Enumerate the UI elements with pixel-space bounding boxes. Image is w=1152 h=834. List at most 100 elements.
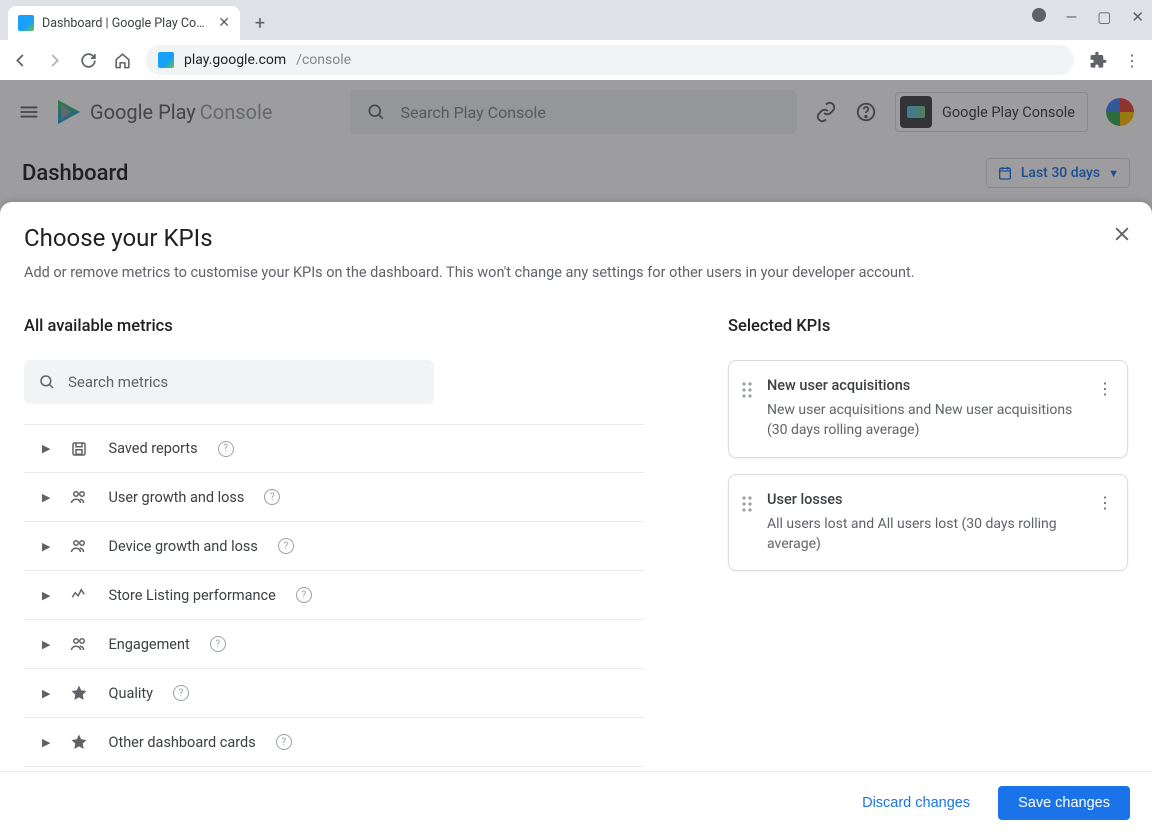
kpi-modal: Choose your KPIs Add or remove metrics t… xyxy=(0,202,1152,834)
metric-category-row[interactable]: ▶ Other dashboard cards? xyxy=(24,718,644,767)
browser-tab-strip: Dashboard | Google Play Console ✕ + — ▢ … xyxy=(0,0,1152,40)
kpi-title: New user acquisitions xyxy=(767,377,1083,394)
info-icon[interactable]: ? xyxy=(173,685,189,701)
date-range-picker[interactable]: Last 30 days ▼ xyxy=(986,158,1130,188)
modal-close-button[interactable] xyxy=(1112,224,1132,244)
expand-icon: ▶ xyxy=(42,589,50,602)
kpi-menu-icon[interactable]: ⋮ xyxy=(1097,491,1113,555)
info-icon[interactable]: ? xyxy=(210,636,226,652)
expand-icon: ▶ xyxy=(42,442,50,455)
help-icon[interactable] xyxy=(855,101,877,123)
available-metrics-heading: All available metrics xyxy=(24,317,688,336)
url-bar[interactable]: play.google.com/console xyxy=(146,45,1074,75)
brand-text-2: Console xyxy=(200,100,273,124)
app-background-dimmed: Google Play Console Search Play Console … xyxy=(0,80,1152,216)
metric-icon xyxy=(68,684,90,702)
home-button[interactable] xyxy=(112,50,132,70)
modal-title: Choose your KPIs xyxy=(24,224,1128,252)
tab-close-icon[interactable]: ✕ xyxy=(218,15,230,31)
drag-handle-icon[interactable] xyxy=(741,377,753,441)
info-icon[interactable]: ? xyxy=(264,489,280,505)
info-icon[interactable]: ? xyxy=(278,538,294,554)
minimize-icon[interactable]: — xyxy=(1066,8,1078,26)
brand-text-1: Google Play xyxy=(90,100,196,124)
metric-category-row[interactable]: ▶Device growth and loss? xyxy=(24,522,644,571)
expand-icon: ▶ xyxy=(42,491,50,504)
available-metrics-column: All available metrics Search metrics ▶ Sa… xyxy=(24,297,688,771)
metric-icon xyxy=(68,635,90,653)
kpi-description: All users lost and All users lost (30 da… xyxy=(767,514,1083,555)
modal-subtitle: Add or remove metrics to customise your … xyxy=(24,264,1128,281)
calendar-icon xyxy=(997,165,1013,181)
metric-label: Store Listing performance xyxy=(108,587,275,604)
kpi-card[interactable]: User losses All users lost and All users … xyxy=(728,474,1128,572)
metric-icon xyxy=(68,488,90,506)
metric-icon xyxy=(68,586,90,604)
url-host: play.google.com xyxy=(184,52,286,68)
metric-icon xyxy=(68,440,90,458)
metric-label: Saved reports xyxy=(108,440,197,457)
app-icon xyxy=(900,96,932,128)
info-icon[interactable]: ? xyxy=(276,734,292,750)
metric-label: Quality xyxy=(108,685,153,702)
browser-toolbar: play.google.com/console ⋮ xyxy=(0,40,1152,80)
page-title: Dashboard xyxy=(22,161,128,186)
new-tab-button[interactable]: + xyxy=(246,9,274,37)
kpi-menu-icon[interactable]: ⋮ xyxy=(1097,377,1113,441)
hamburger-icon[interactable] xyxy=(18,101,40,123)
chevron-down-icon: ▼ xyxy=(1108,167,1119,180)
play-console-logo[interactable]: Google Play Console xyxy=(58,100,272,124)
search-metrics-input[interactable]: Search metrics xyxy=(24,360,434,404)
drag-handle-icon[interactable] xyxy=(741,491,753,555)
search-metrics-placeholder: Search metrics xyxy=(68,373,168,391)
kpi-description: New user acquisitions and New user acqui… xyxy=(767,400,1083,441)
kpi-card[interactable]: New user acquisitions New user acquisitio… xyxy=(728,360,1128,458)
url-path: /console xyxy=(296,52,351,68)
metric-label: Other dashboard cards xyxy=(108,734,255,751)
expand-icon: ▶ xyxy=(42,736,50,749)
maximize-icon[interactable]: ▢ xyxy=(1097,8,1111,26)
discard-button[interactable]: Discard changes xyxy=(852,787,980,819)
metric-icon xyxy=(68,733,90,751)
metric-label: Device growth and loss xyxy=(108,538,257,555)
browser-menu-icon[interactable]: ⋮ xyxy=(1122,50,1142,70)
window-controls: — ▢ ✕ xyxy=(1032,8,1144,26)
extensions-icon[interactable] xyxy=(1088,50,1108,70)
date-range-label: Last 30 days xyxy=(1021,165,1100,181)
tab-title: Dashboard | Google Play Console xyxy=(42,16,210,31)
back-button[interactable] xyxy=(10,50,30,70)
app-header: Google Play Console Search Play Console … xyxy=(0,80,1152,144)
modal-footer: Discard changes Save changes xyxy=(0,771,1152,834)
forward-button[interactable] xyxy=(44,50,64,70)
selected-kpis-heading: Selected KPIs xyxy=(728,317,1128,336)
app-selector-chip[interactable]: Google Play Console xyxy=(895,92,1088,132)
metric-category-row[interactable]: ▶ Saved reports? xyxy=(24,424,644,473)
expand-icon: ▶ xyxy=(42,638,50,651)
link-icon[interactable] xyxy=(815,101,837,123)
close-window-icon[interactable]: ✕ xyxy=(1131,8,1144,26)
tab-favicon xyxy=(18,15,34,31)
kpi-title: User losses xyxy=(767,491,1083,508)
selected-kpis-column: Selected KPIs New user acquisitionsNew u… xyxy=(728,297,1128,771)
search-placeholder: Search Play Console xyxy=(400,103,545,122)
info-icon[interactable]: ? xyxy=(218,441,234,457)
site-icon xyxy=(158,52,174,68)
search-icon xyxy=(366,102,386,122)
incognito-icon xyxy=(1032,8,1046,22)
search-icon xyxy=(38,373,56,391)
info-icon[interactable]: ? xyxy=(296,587,312,603)
metric-label: Engagement xyxy=(108,636,189,653)
reload-button[interactable] xyxy=(78,50,98,70)
expand-icon: ▶ xyxy=(42,687,50,700)
browser-tab-active[interactable]: Dashboard | Google Play Console ✕ xyxy=(8,6,240,40)
app-name: Google Play Console xyxy=(942,104,1075,121)
metric-category-row[interactable]: ▶ User growth and loss? xyxy=(24,473,644,522)
metric-category-row[interactable]: ▶ Quality? xyxy=(24,669,644,718)
metric-category-row[interactable]: ▶ Engagement? xyxy=(24,620,644,669)
metric-icon xyxy=(68,537,90,555)
save-button[interactable]: Save changes xyxy=(998,786,1130,820)
account-avatar[interactable] xyxy=(1106,98,1134,126)
metric-label: User growth and loss xyxy=(108,489,244,506)
search-play-console[interactable]: Search Play Console xyxy=(350,90,797,134)
metric-category-row[interactable]: ▶ Store Listing performance? xyxy=(24,571,644,620)
